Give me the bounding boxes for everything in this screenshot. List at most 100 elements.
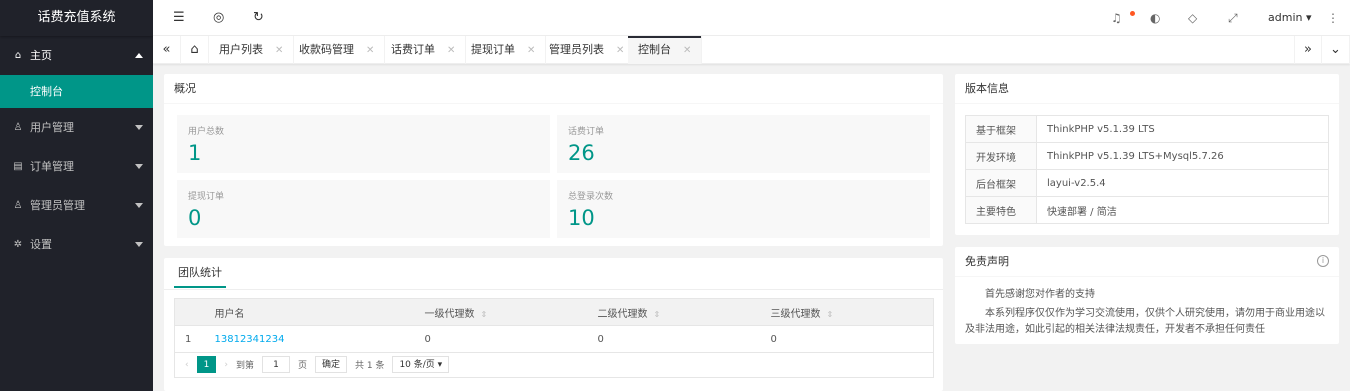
sidebar-item-label: 主页 [30, 49, 52, 62]
sidebar-item-settings[interactable]: ✲ 设置 [0, 225, 153, 264]
stat-withdraw-orders: 提现订单 0 [177, 180, 550, 238]
sidebar-item-users[interactable]: ♙ 用户管理 [0, 108, 153, 147]
version-key: 后台框架 [965, 169, 1037, 197]
tab-team-stats[interactable]: 团队统计 [174, 258, 226, 288]
sort-icon[interactable]: ⇕ [827, 310, 834, 319]
tab-scroll-left-icon[interactable]: « [153, 36, 181, 64]
tab-dashboard[interactable]: 控制台 ✕ [628, 36, 703, 64]
user-icon: ♙ [13, 122, 23, 133]
sidebar-item-home[interactable]: ⌂ 主页 [0, 36, 153, 75]
column-header[interactable]: 一级代理数 ⇕ [414, 298, 588, 326]
close-icon[interactable]: ✕ [366, 45, 374, 56]
column-header[interactable]: 二级代理数 ⇕ [587, 298, 761, 326]
table-header-row: 用户名 一级代理数 ⇕ 二级代理数 ⇕ 三级代理数 ⇕ [174, 298, 934, 326]
info-icon[interactable]: i [1317, 255, 1329, 267]
tab-label: 控制台 [638, 43, 671, 56]
disclaimer-card: 免责声明 i 首先感谢您对作者的支持 本系列程序仅仅作为学习交流使用，仅供个人研… [955, 247, 1339, 344]
tab-bar: « ⌂ 用户列表 ✕ 收款码管理 ✕ 话费订单 ✕ 提现订单 ✕ 管理员列表 ✕ 控制台 ✕… [153, 36, 1350, 64]
sidebar-item-label: 管理员管理 [30, 199, 85, 212]
stat-value: 10 [568, 206, 595, 230]
version-value: 快速部署 / 简洁 [1036, 196, 1329, 224]
tab-admin-list[interactable]: 管理员列表 ✕ [539, 36, 636, 64]
close-icon[interactable]: ✕ [616, 45, 624, 56]
sidebar-item-admins[interactable]: ♙ 管理员管理 [0, 186, 153, 225]
index-header [174, 298, 205, 326]
refresh-icon[interactable]: ↻ [253, 10, 264, 25]
tab-label: 话费订单 [391, 43, 435, 56]
column-label: 三级代理数 [770, 308, 821, 320]
admin-icon: ♙ [13, 200, 23, 211]
stat-label: 话费订单 [568, 127, 605, 137]
tab-phone-orders[interactable]: 话费订单 ✕ [381, 36, 467, 64]
disclaimer-line2: 本系列程序仅仅作为学习交流使用，仅供个人研究使用，请勿用于商业用途以及非法用途，… [965, 308, 1325, 335]
table-row: 后台框架 layui-v2.5.4 [965, 169, 1329, 197]
user-menu[interactable]: admin ▾ [1268, 11, 1312, 24]
per-page-select[interactable]: 10 条/页 ▾ [392, 356, 450, 373]
close-icon[interactable]: ✕ [683, 45, 691, 56]
per-page-value: 10 条/页 [399, 360, 435, 370]
tab-scroll-right-icon[interactable]: » [1294, 36, 1322, 64]
disclaimer-title: 免责声明 [955, 247, 1339, 277]
chevron-down-icon [135, 242, 143, 247]
table-row: 1 13812341234 0 0 0 [174, 325, 934, 353]
confirm-button[interactable]: 确定 [314, 356, 347, 373]
tab-label: 收款码管理 [299, 43, 354, 56]
version-key: 主要特色 [965, 196, 1037, 224]
close-icon[interactable]: ✕ [447, 45, 455, 56]
stat-users: 用户总数 1 [177, 115, 550, 173]
prev-page-icon[interactable]: ‹ [185, 360, 189, 370]
username-cell[interactable]: 13812341234 [204, 325, 415, 353]
column-label: 用户名 [214, 308, 245, 320]
sort-icon[interactable]: ⇕ [481, 310, 488, 319]
stat-label: 用户总数 [188, 127, 225, 137]
stat-value: 26 [568, 141, 595, 165]
overview-card: 概况 用户总数 1 话费订单 26 提现订单 0 总登录次数 10 [164, 74, 943, 246]
l3-cell: 0 [760, 325, 934, 353]
stat-value: 0 [188, 206, 202, 230]
overview-title: 概况 [164, 74, 943, 104]
disclaimer-line1: 首先感谢您对作者的支持 [985, 289, 1095, 300]
menu-toggle-icon[interactable]: ☰ [173, 10, 185, 25]
l2-cell: 0 [587, 325, 761, 353]
gear-icon: ✲ [13, 239, 23, 250]
bell-icon[interactable]: ♫ [1111, 11, 1122, 25]
close-icon[interactable]: ✕ [527, 45, 535, 56]
fullscreen-icon[interactable]: ⤢ [1228, 11, 1238, 26]
chevron-up-icon [135, 53, 143, 58]
column-label: 一级代理数 [424, 308, 475, 320]
column-header[interactable]: 用户名 [204, 298, 415, 326]
column-header[interactable]: 三级代理数 ⇕ [760, 298, 934, 326]
stat-phone-orders: 话费订单 26 [557, 115, 930, 173]
next-page-icon[interactable]: › [224, 360, 228, 370]
theme-icon[interactable]: ◐ [1150, 11, 1160, 25]
goto-page-input[interactable]: 1 [261, 356, 290, 373]
tab-divider [164, 289, 943, 290]
page-number[interactable]: 1 [196, 356, 217, 373]
home-tab-icon[interactable]: ⌂ [181, 36, 209, 64]
more-icon[interactable]: ⋮ [1327, 11, 1339, 25]
table-row: 主要特色 快速部署 / 简洁 [965, 196, 1329, 224]
tab-withdraw-orders[interactable]: 提现订单 ✕ [461, 36, 547, 64]
team-stats-card: 团队统计 用户名 一级代理数 ⇕ 二级代理数 ⇕ 三级代理数 ⇕ 1 13812341… [164, 258, 943, 391]
tab-menu-icon[interactable]: ⌄ [1322, 36, 1350, 64]
sort-icon[interactable]: ⇕ [654, 310, 661, 319]
stat-login-count: 总登录次数 10 [557, 180, 930, 238]
l1-cell: 0 [414, 325, 588, 353]
tab-payment-code[interactable]: 收款码管理 ✕ [289, 36, 386, 64]
stat-label: 总登录次数 [568, 192, 614, 202]
sidebar-item-dashboard[interactable]: 控制台 [0, 75, 153, 108]
version-table: 基于框架 ThinkPHP v5.1.39 LTS 开发环境 ThinkPHP v5… [965, 115, 1329, 224]
chevron-down-icon [135, 125, 143, 130]
home-icon: ⌂ [14, 50, 22, 61]
version-key: 开发环境 [965, 142, 1037, 170]
chevron-down-icon [135, 164, 143, 169]
tag-icon[interactable]: ◇ [1188, 11, 1197, 25]
close-icon[interactable]: ✕ [275, 45, 283, 56]
team-table: 用户名 一级代理数 ⇕ 二级代理数 ⇕ 三级代理数 ⇕ 1 13812341234 0… [174, 298, 934, 353]
globe-icon[interactable]: ◎ [213, 10, 224, 25]
sidebar-item-orders[interactable]: ▤ 订单管理 [0, 147, 153, 186]
chevron-down-icon [135, 203, 143, 208]
version-card: 版本信息 基于框架 ThinkPHP v5.1.39 LTS 开发环境 ThinkP… [955, 74, 1339, 235]
tab-user-list[interactable]: 用户列表 ✕ [209, 36, 295, 64]
order-icon: ▤ [13, 161, 23, 172]
